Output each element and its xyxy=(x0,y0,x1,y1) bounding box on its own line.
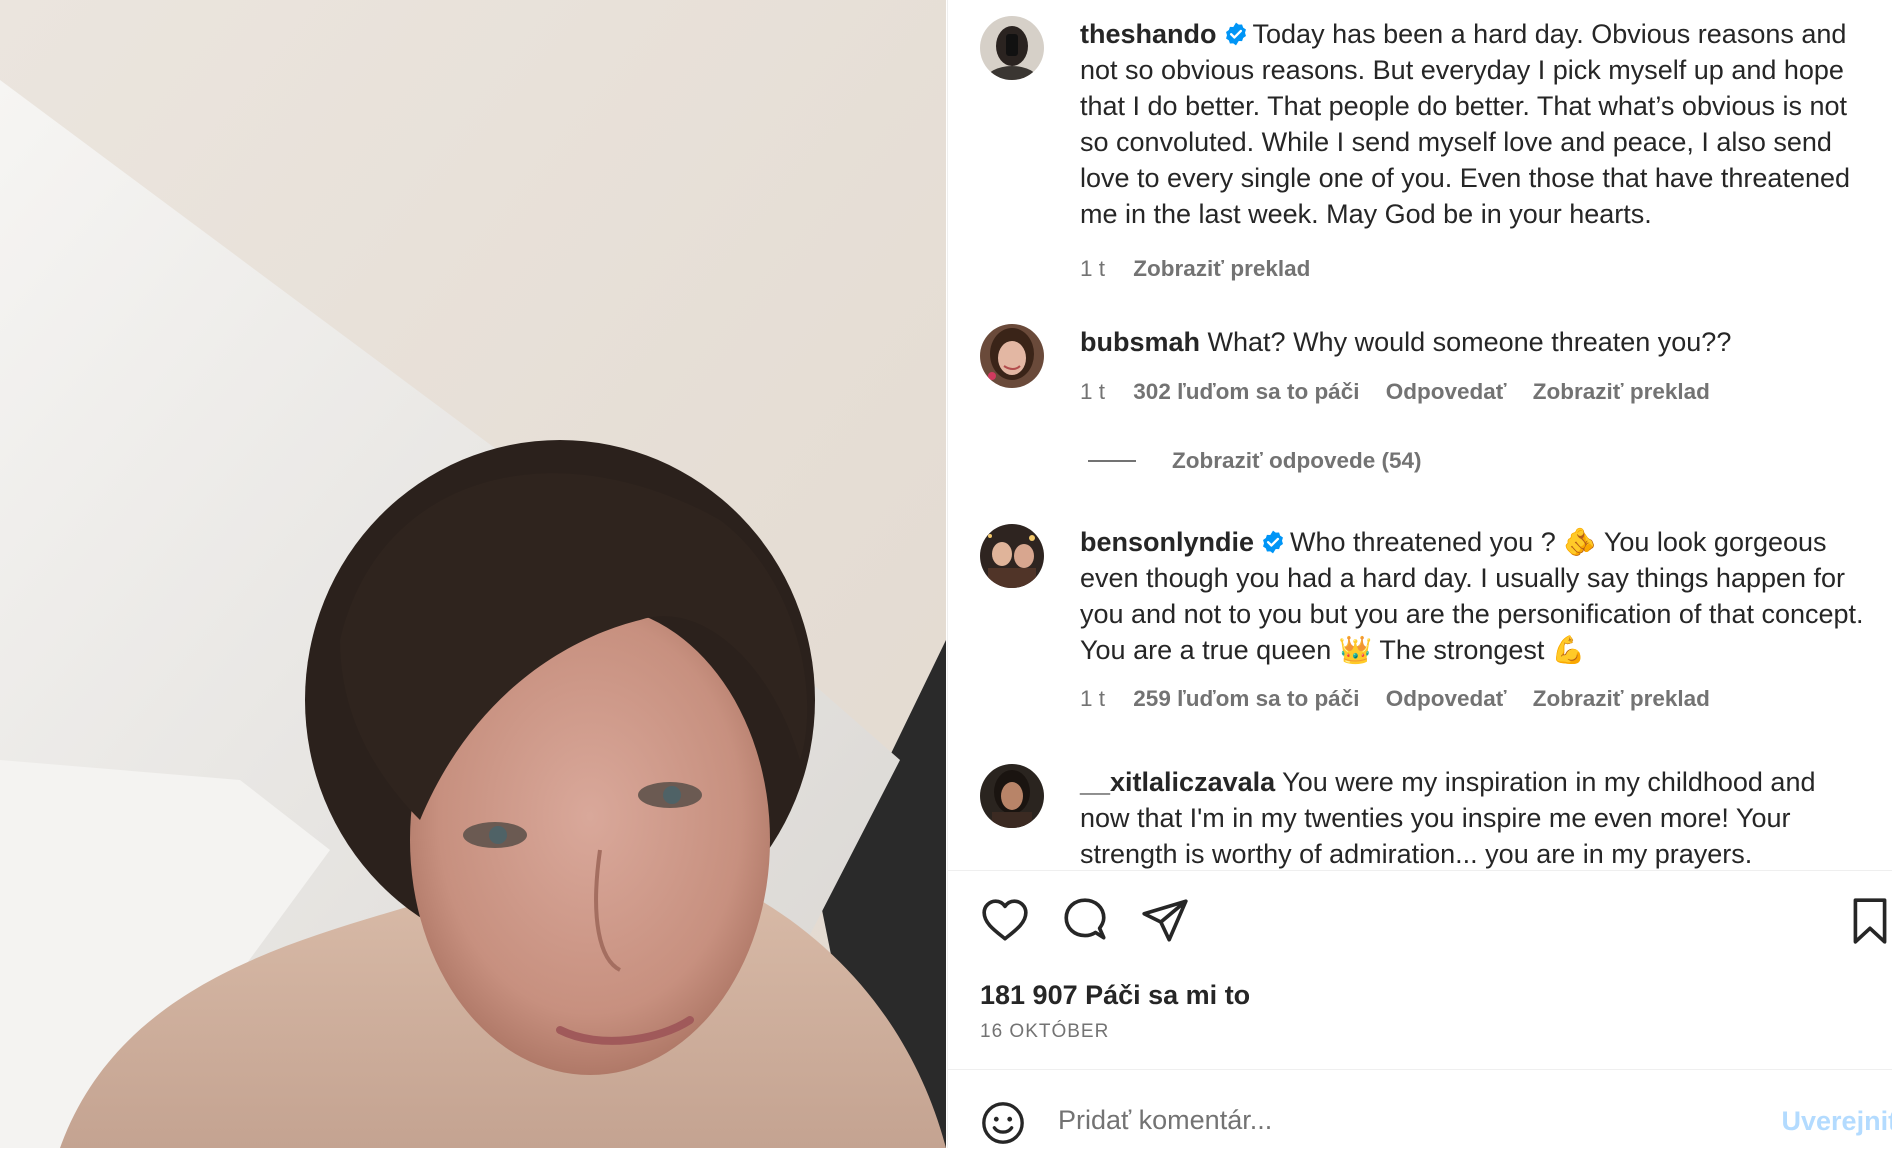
reply-button[interactable]: Odpovedať xyxy=(1386,379,1507,404)
reply-button[interactable]: Odpovedať xyxy=(1386,686,1507,711)
divider xyxy=(948,870,1892,871)
avatar[interactable] xyxy=(980,524,1044,588)
emoji-icon xyxy=(982,1102,1024,1144)
emoji-button[interactable] xyxy=(980,1100,1026,1146)
comment-time[interactable]: 1 t xyxy=(1080,379,1105,404)
avatar[interactable] xyxy=(980,16,1044,80)
avatar-image xyxy=(980,16,1044,80)
avatar-image xyxy=(980,324,1044,388)
share-button[interactable] xyxy=(1140,896,1196,952)
heart-icon xyxy=(982,899,1028,941)
post-photo-illustration xyxy=(0,0,946,1148)
comment-username[interactable]: theshando xyxy=(1080,19,1217,49)
comment-time[interactable]: 1 t xyxy=(1080,256,1105,281)
comment-meta: 1 t 302 ľuďom sa to páči Odpovedať Zobra… xyxy=(1080,379,1730,405)
comment-button[interactable] xyxy=(1060,896,1116,952)
verified-badge-icon xyxy=(1263,530,1283,554)
comment-time[interactable]: 1 t xyxy=(1080,686,1105,711)
add-comment-bar: Uverejniť xyxy=(948,1070,1892,1148)
like-button[interactable] xyxy=(980,896,1036,952)
share-icon xyxy=(1142,899,1188,942)
save-button[interactable] xyxy=(1845,896,1892,952)
comment-text: Today has been a hard day. Obvious reaso… xyxy=(1080,19,1851,229)
comments-list[interactable]: theshando Today has been a hard day. Obvi… xyxy=(948,0,1892,870)
comment-text-block: bensonlyndie Who threatened you ? 🫵 You l… xyxy=(1080,524,1870,668)
comment-username[interactable]: bensonlyndie xyxy=(1080,527,1254,557)
comment-input[interactable] xyxy=(1058,1096,1708,1144)
comment-text: What? Why would someone threaten you?? xyxy=(1207,327,1732,357)
avatar[interactable] xyxy=(980,324,1044,388)
comment-meta: 1 t 259 ľuďom sa to páči Odpovedať Zobra… xyxy=(1080,686,1730,712)
action-bar xyxy=(980,896,1892,952)
comment-text-block: theshando Today has been a hard day. Obvi… xyxy=(1080,16,1870,232)
view-replies-label: Zobraziť odpovede (54) xyxy=(1172,448,1422,473)
avatar-image xyxy=(980,524,1044,588)
comment-username[interactable]: __xitlaliczavala xyxy=(1080,767,1275,797)
comment-text-block: __xitlaliczavala You were my inspiration… xyxy=(1080,764,1870,870)
translate-button[interactable]: Zobraziť preklad xyxy=(1533,686,1710,711)
post-date[interactable]: 16 OKTÓBER xyxy=(980,1021,1109,1043)
post-detail-panel: theshando Today has been a hard day. Obvi… xyxy=(947,0,1892,1148)
comment-icon xyxy=(1064,898,1106,940)
translate-button[interactable]: Zobraziť preklad xyxy=(1133,256,1310,281)
verified-badge-icon xyxy=(1225,22,1246,46)
avatar[interactable] xyxy=(980,764,1044,828)
post-photo[interactable] xyxy=(0,0,946,1148)
comment-text-block: bubsmah What? Why would someone threaten… xyxy=(1080,324,1870,360)
comment-likes[interactable]: 302 ľuďom sa to páči xyxy=(1133,379,1359,404)
avatar-image xyxy=(980,764,1044,828)
comment-likes[interactable]: 259 ľuďom sa to páči xyxy=(1133,686,1359,711)
bookmark-icon xyxy=(1853,898,1887,944)
view-replies-button[interactable]: Zobraziť odpovede (54) xyxy=(1088,448,1422,474)
translate-button[interactable]: Zobraziť preklad xyxy=(1533,379,1710,404)
post-comment-button[interactable]: Uverejniť xyxy=(1782,1106,1892,1137)
comment-meta: 1 t Zobraziť preklad xyxy=(1080,256,1330,282)
replies-line xyxy=(1088,460,1136,462)
likes-count[interactable]: 181 907 Páči sa mi to xyxy=(980,980,1250,1011)
comment-username[interactable]: bubsmah xyxy=(1080,327,1200,357)
